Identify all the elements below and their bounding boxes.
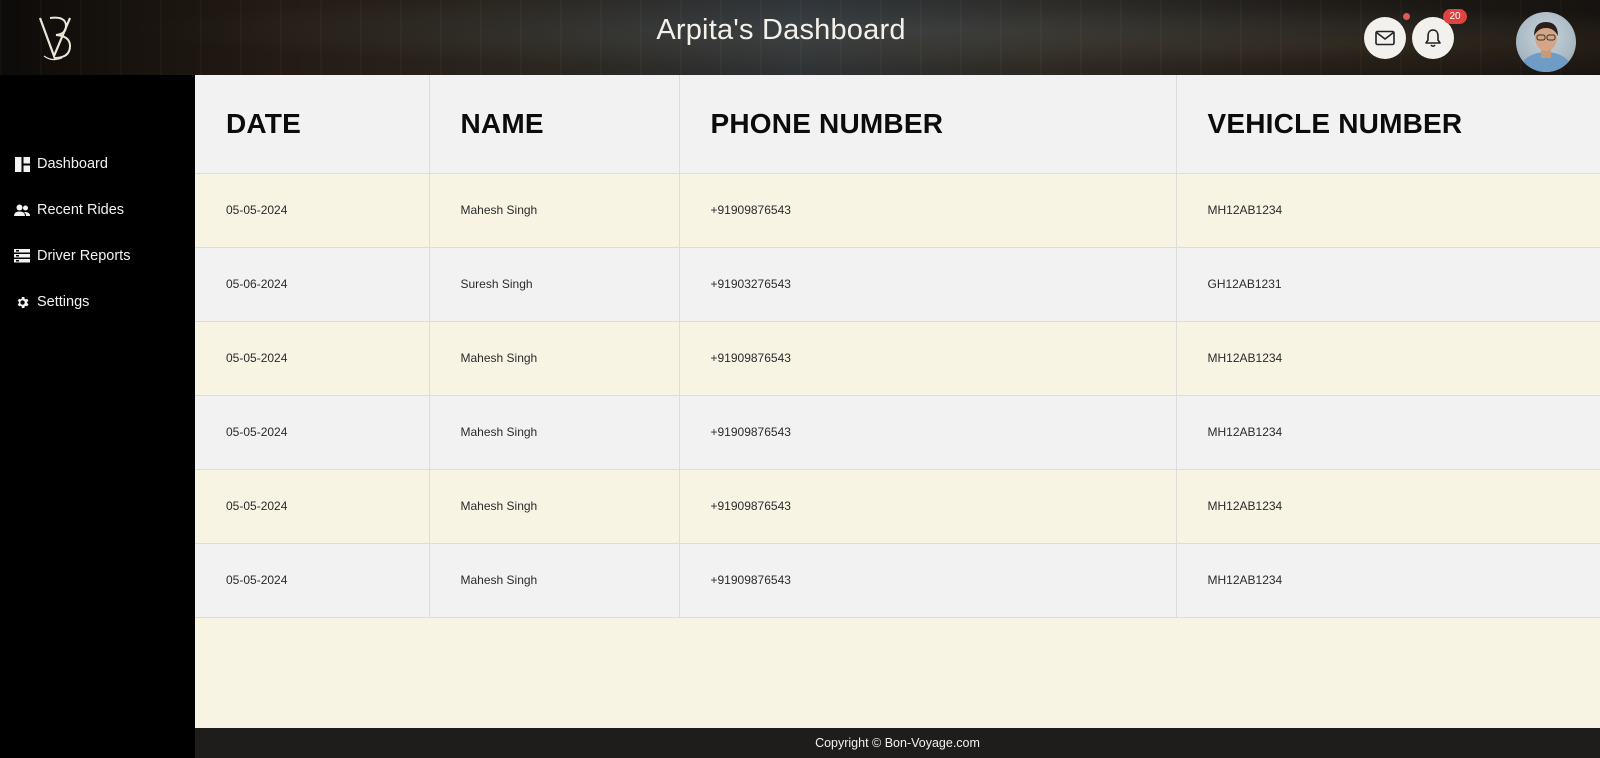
- mail-unread-dot: [1403, 13, 1410, 20]
- cell-name: Mahesh Singh: [429, 321, 680, 396]
- main-content: DATE NAME PHONE NUMBER VEHICLE NUMBER 05…: [195, 75, 1600, 728]
- column-header-name[interactable]: NAME: [429, 75, 680, 174]
- cell-phone: +91909876543: [679, 469, 1177, 544]
- dashboard-icon: [14, 156, 30, 172]
- column-header-vehicle[interactable]: VEHICLE NUMBER: [1176, 75, 1600, 174]
- footer: Copyright © Bon-Voyage.com: [195, 728, 1600, 758]
- cell-date: 05-05-2024: [195, 395, 430, 470]
- sidebar-item-label: Recent Rides: [37, 202, 125, 218]
- sidebar-item-label: Dashboard: [37, 156, 108, 172]
- table-row[interactable]: 05-06-2024 Suresh Singh +91903276543 GH1…: [195, 247, 1600, 322]
- mail-icon: [1375, 30, 1395, 46]
- cell-name: Mahesh Singh: [429, 543, 680, 618]
- cell-vehicle: MH12AB1234: [1176, 395, 1600, 470]
- sidebar-item-label: Settings: [37, 294, 90, 310]
- cell-phone: +91909876543: [679, 321, 1177, 396]
- cell-name: Mahesh Singh: [429, 395, 680, 470]
- table-row[interactable]: 05-05-2024 Mahesh Singh +91909876543 MH1…: [195, 395, 1600, 470]
- table-row[interactable]: 05-05-2024 Mahesh Singh +91909876543 MH1…: [195, 543, 1600, 618]
- sidebar-item-recent-rides[interactable]: Recent Rides: [14, 199, 124, 221]
- table-row[interactable]: 05-05-2024 Mahesh Singh +91909876543 MH1…: [195, 321, 1600, 396]
- table-header-row: DATE NAME PHONE NUMBER VEHICLE NUMBER: [195, 75, 1600, 174]
- rides-table: DATE NAME PHONE NUMBER VEHICLE NUMBER 05…: [195, 75, 1600, 618]
- cell-vehicle: MH12AB1234: [1176, 321, 1600, 396]
- cell-name: Suresh Singh: [429, 247, 680, 322]
- cell-date: 05-05-2024: [195, 321, 430, 396]
- sidebar: Dashboard Recent Rides Driver Reports Se…: [0, 75, 195, 758]
- sidebar-item-settings[interactable]: Settings: [14, 291, 89, 313]
- user-avatar[interactable]: [1516, 12, 1576, 72]
- cell-phone: +91909876543: [679, 543, 1177, 618]
- cell-phone: +91903276543: [679, 247, 1177, 322]
- cell-date: 05-05-2024: [195, 469, 430, 544]
- sidebar-item-driver-reports[interactable]: Driver Reports: [14, 245, 130, 267]
- cell-date: 05-05-2024: [195, 173, 430, 248]
- table-row[interactable]: 05-05-2024 Mahesh Singh +91909876543 MH1…: [195, 469, 1600, 544]
- column-header-phone[interactable]: PHONE NUMBER: [679, 75, 1177, 174]
- reports-icon: [14, 248, 30, 264]
- cell-date: 05-05-2024: [195, 543, 430, 618]
- cell-phone: +91909876543: [679, 173, 1177, 248]
- gear-icon: [14, 294, 30, 310]
- mail-button[interactable]: [1364, 17, 1406, 59]
- users-icon: [14, 202, 30, 218]
- table-row[interactable]: 05-05-2024 Mahesh Singh +91909876543 MH1…: [195, 173, 1600, 248]
- top-header: Arpita's Dashboard 20: [0, 0, 1600, 75]
- sidebar-item-label: Driver Reports: [37, 248, 131, 264]
- cell-vehicle: MH12AB1234: [1176, 469, 1600, 544]
- cell-name: Mahesh Singh: [429, 173, 680, 248]
- cell-phone: +91909876543: [679, 395, 1177, 470]
- sidebar-item-dashboard[interactable]: Dashboard: [14, 153, 108, 175]
- column-header-date[interactable]: DATE: [195, 75, 430, 174]
- cell-vehicle: MH12AB1234: [1176, 543, 1600, 618]
- cell-vehicle: MH12AB1234: [1176, 173, 1600, 248]
- page-title: Arpita's Dashboard: [656, 14, 906, 46]
- cell-vehicle: GH12AB1231: [1176, 247, 1600, 322]
- notification-count-badge: 20: [1443, 9, 1467, 24]
- copyright-text: Copyright © Bon-Voyage.com: [815, 736, 980, 750]
- cell-date: 05-06-2024: [195, 247, 430, 322]
- cell-name: Mahesh Singh: [429, 469, 680, 544]
- bell-icon: [1425, 29, 1441, 48]
